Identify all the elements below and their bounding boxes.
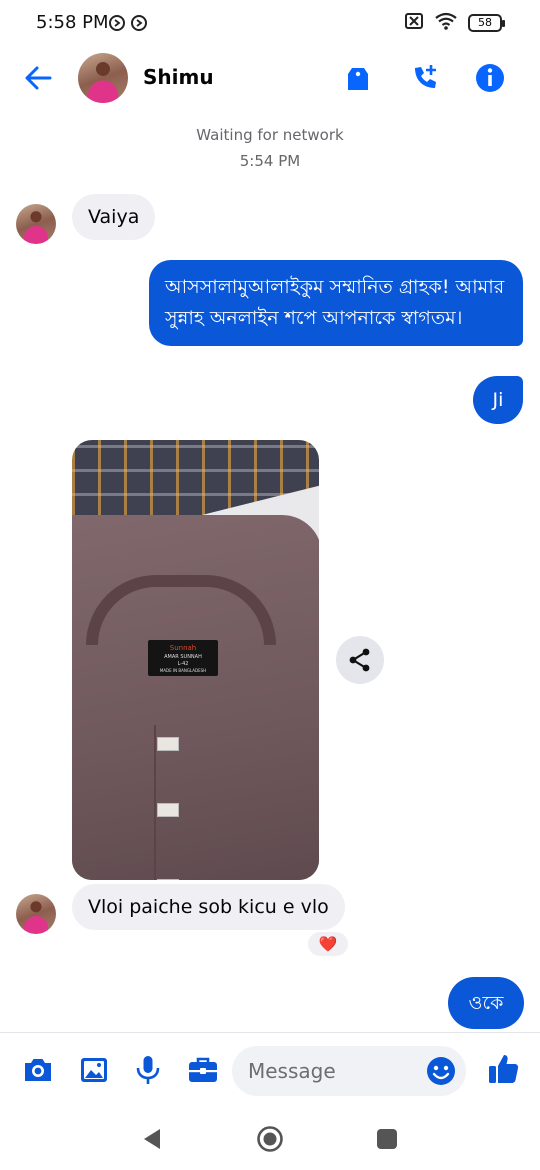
status-bar: 5:58 PM 58: [0, 0, 540, 48]
sender-avatar: [16, 204, 56, 244]
whatsapp-icon: [130, 14, 148, 36]
like-icon[interactable]: [486, 1051, 522, 1087]
emoji-icon[interactable]: [425, 1055, 457, 1087]
shirt-collar: [86, 575, 276, 645]
contact-name[interactable]: Shimu: [143, 65, 214, 89]
label-line2: AMAR SUNNAH: [164, 654, 202, 660]
outgoing-message[interactable]: আসসালামুআলাইকুম সম্মানিত গ্রাহক! আমার সু…: [149, 260, 523, 346]
recents-nav-icon[interactable]: [372, 1124, 402, 1154]
reaction-emoji: ❤️: [318, 935, 338, 953]
back-nav-icon[interactable]: [138, 1124, 168, 1154]
incoming-message[interactable]: Vaiya: [72, 194, 156, 240]
briefcase-icon[interactable]: [186, 1053, 220, 1087]
shirt-label: Sunnah AMAR SUNNAH L-42 MADE IN BANGLADE…: [148, 640, 218, 676]
message-composer: [0, 1032, 540, 1108]
back-arrow-icon[interactable]: [20, 60, 56, 96]
outgoing-message[interactable]: ওকে: [448, 977, 524, 1029]
shirt-button: [157, 879, 179, 880]
label-line4: MADE IN BANGLADESH: [160, 668, 206, 673]
call-add-icon[interactable]: [407, 60, 443, 96]
label-size: L-42: [178, 661, 189, 667]
status-time: 5:58 PM: [36, 12, 109, 33]
shirt-button: [157, 803, 179, 817]
contact-avatar[interactable]: [78, 53, 128, 103]
label-brand: Sunnah: [170, 644, 196, 652]
conversation-header: Shimu: [0, 48, 540, 108]
shirt-button: [157, 737, 179, 751]
whatsapp-icon: [108, 14, 126, 36]
home-nav-icon[interactable]: [255, 1124, 285, 1154]
shirt-image: Sunnah AMAR SUNNAH L-42 MADE IN BANGLADE…: [72, 515, 319, 880]
mic-icon[interactable]: [131, 1053, 165, 1087]
heart-reaction[interactable]: ❤️: [306, 930, 350, 958]
image-icon[interactable]: [77, 1053, 111, 1087]
battery-icon: 58: [468, 14, 505, 32]
wifi-icon: [434, 12, 458, 34]
outgoing-message[interactable]: Ji: [473, 376, 523, 424]
timestamp: 5:54 PM: [239, 152, 301, 170]
info-icon[interactable]: [472, 60, 508, 96]
tag-icon[interactable]: [340, 60, 376, 96]
no-sim-icon: [404, 12, 424, 34]
camera-icon[interactable]: [21, 1053, 55, 1087]
photo-message[interactable]: Sunnah AMAR SUNNAH L-42 MADE IN BANGLADE…: [72, 440, 319, 880]
system-nav-bar: [0, 1108, 540, 1170]
network-status: Waiting for network: [196, 126, 344, 144]
incoming-message[interactable]: Vloi paiche sob kicu e vlo: [72, 884, 345, 930]
share-icon[interactable]: [336, 636, 384, 684]
sender-avatar: [16, 894, 56, 934]
